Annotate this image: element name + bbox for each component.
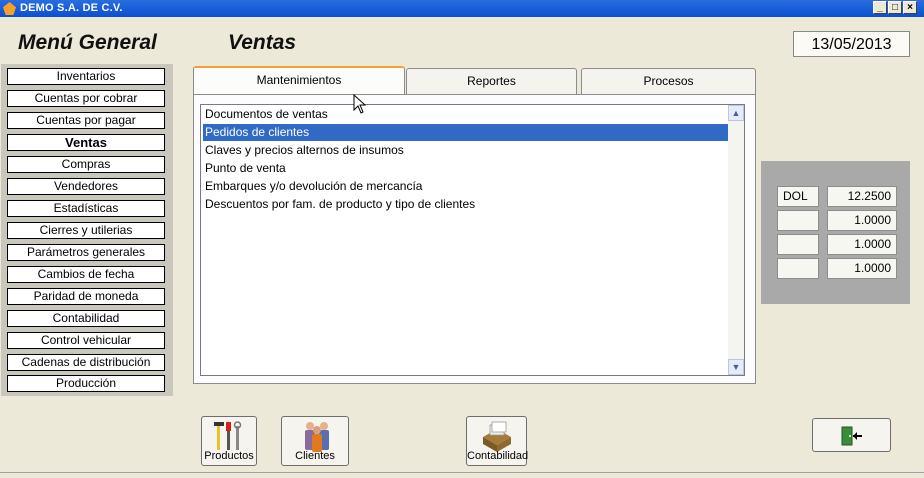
menu-estadisticas[interactable]: Estadísticas (7, 200, 165, 217)
maximize-button[interactable]: □ (888, 1, 902, 14)
title-bar: DEMO S.A. DE C.V. _ □ × (0, 0, 924, 17)
close-button[interactable]: × (903, 1, 917, 14)
menu-cierres-y-utilerias[interactable]: Cierres y utilerias (7, 222, 165, 239)
scroll-up-icon[interactable]: ▲ (728, 105, 744, 121)
tab-control: Mantenimientos Reportes Procesos Documen… (193, 66, 756, 384)
exit-button[interactable] (812, 418, 891, 452)
section-title: Ventas (228, 31, 297, 54)
vertical-scrollbar[interactable]: ▲ ▼ (728, 105, 744, 375)
contabilidad-label: Contabilidad (467, 450, 529, 462)
tab-panel: Documentos de ventas Pedidos de clientes… (193, 94, 756, 384)
tab-procesos[interactable]: Procesos (581, 68, 756, 94)
list-item[interactable]: Punto de venta (203, 160, 728, 177)
tab-reportes[interactable]: Reportes (406, 68, 577, 94)
list-item[interactable]: Descuentos por fam. de producto y tipo d… (203, 196, 728, 213)
clientes-button[interactable]: Clientes (281, 416, 349, 466)
list-item[interactable]: Documentos de ventas (203, 106, 728, 123)
exchange-rate-panel: DOL 12.2500 1.0000 1.0000 1.0000 (761, 161, 910, 304)
app-icon (3, 2, 16, 15)
main-menu-panel: Inventarios Cuentas por cobrar Cuentas p… (1, 64, 173, 396)
menu-ventas[interactable]: Ventas (7, 134, 165, 151)
menu-cambios-de-fecha[interactable]: Cambios de fecha (7, 266, 165, 283)
productos-button[interactable]: Productos (201, 416, 257, 466)
menu-cuentas-por-cobrar[interactable]: Cuentas por cobrar (7, 90, 165, 107)
window-title: DEMO S.A. DE C.V. (20, 2, 123, 14)
list-item[interactable]: Claves y precios alternos de insumos (203, 142, 728, 159)
rate-currency (777, 234, 819, 255)
exit-door-icon (841, 426, 862, 446)
menu-title: Menú General (18, 31, 157, 54)
clientes-label: Clientes (295, 450, 335, 462)
date-display: 13/05/2013 (793, 31, 910, 57)
menu-inventarios[interactable]: Inventarios (7, 68, 165, 85)
options-listbox[interactable]: Documentos de ventas Pedidos de clientes… (200, 104, 745, 376)
rate-value: 1.0000 (827, 234, 897, 255)
status-divider (0, 472, 924, 473)
rate-currency: DOL (777, 186, 819, 207)
menu-paridad-de-moneda[interactable]: Paridad de moneda (7, 288, 165, 305)
tab-mantenimientos[interactable]: Mantenimientos (193, 66, 405, 94)
tools-icon (214, 421, 242, 450)
rate-currency (777, 210, 819, 231)
productos-label: Productos (204, 450, 254, 462)
rate-currency (777, 258, 819, 279)
menu-cadenas-de-distribucion[interactable]: Cadenas de distribución (7, 354, 165, 371)
menu-cuentas-por-pagar[interactable]: Cuentas por pagar (7, 112, 165, 129)
people-icon (305, 422, 329, 452)
contabilidad-button[interactable]: Contabilidad (466, 416, 529, 466)
menu-vendedores[interactable]: Vendedores (7, 178, 165, 195)
minimize-button[interactable]: _ (873, 1, 887, 14)
rate-value: 1.0000 (827, 258, 897, 279)
list-item[interactable]: Embarques y/o devolución de mercancía (203, 178, 728, 195)
rate-value: 1.0000 (827, 210, 897, 231)
rate-value: 12.2500 (827, 186, 897, 207)
menu-control-vehicular[interactable]: Control vehicular (7, 332, 165, 349)
menu-parametros-generales[interactable]: Parámetros generales (7, 244, 165, 261)
menu-compras[interactable]: Compras (7, 156, 165, 173)
mouse-cursor-icon (353, 94, 367, 114)
card-file-icon (483, 421, 511, 452)
menu-produccion[interactable]: Producción (7, 375, 165, 392)
menu-contabilidad[interactable]: Contabilidad (7, 310, 165, 327)
scroll-down-icon[interactable]: ▼ (728, 359, 744, 375)
list-item-selected[interactable]: Pedidos de clientes (203, 124, 728, 141)
